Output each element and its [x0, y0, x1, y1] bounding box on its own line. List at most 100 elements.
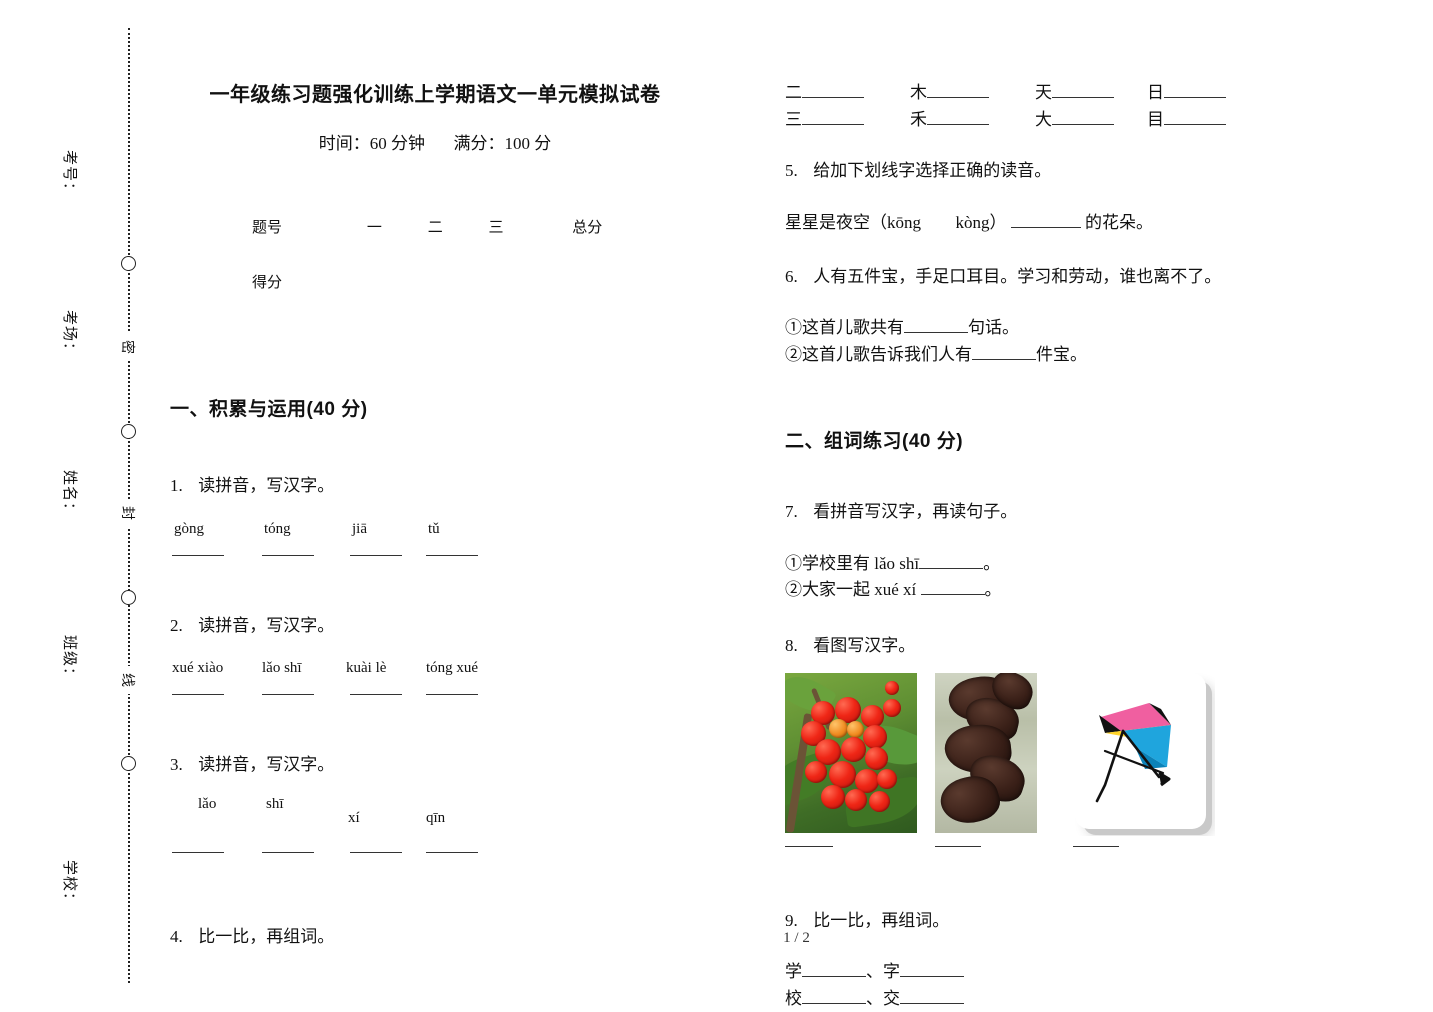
score-table-value-row: 得分 [248, 261, 648, 316]
answer-blank[interactable] [935, 845, 981, 847]
question-9-row-2: 校 、交 [785, 986, 1315, 1012]
berry [841, 736, 866, 762]
answer-blank[interactable] [785, 845, 833, 847]
answer-blank[interactable] [1073, 845, 1119, 847]
pinyin-jia: jiā [352, 520, 367, 537]
answer-blank[interactable] [900, 986, 964, 1004]
question-3-text: 读拼音，写汉字。 [198, 755, 335, 774]
margin-label-school: 学校： [61, 860, 78, 909]
answer-blank[interactable] [802, 109, 864, 125]
seal-circle-4 [121, 756, 136, 771]
sealing-margin: 考号： 考场： 姓名： 班级： 学校： 密 封 线 [0, 0, 160, 1011]
question-3-answer-lines [170, 844, 700, 866]
pinyin-laoshi: lǎo shī [262, 660, 302, 676]
answer-blank[interactable] [904, 316, 968, 334]
answer-blank[interactable] [1010, 210, 1081, 228]
page-indicator: 1 / 2 [783, 930, 810, 946]
answer-blank[interactable] [1164, 82, 1226, 98]
berry [829, 718, 848, 738]
question-3-number: 3. [170, 755, 183, 774]
question-1-pinyin-row: gòng tóng jiā tǔ [170, 521, 700, 547]
answer-blank[interactable] [802, 960, 866, 978]
question-1-number: 1. [170, 476, 183, 495]
q6-sub2-text-b: 件宝。 [1036, 344, 1087, 364]
answer-blank[interactable] [426, 851, 478, 853]
question-5-sentence: 星星是夜空（kōng kòng） 的花朵。 [785, 210, 1315, 236]
seal-char-xian: 线 [118, 666, 138, 694]
answer-blank[interactable] [350, 851, 402, 853]
berry [883, 698, 901, 717]
question-5-text: 给加下划线字选择正确的读音。 [813, 161, 1052, 180]
pinyin-tong: tóng [264, 520, 291, 537]
answer-blank[interactable] [802, 986, 866, 1004]
score-col-total: 总分 [572, 219, 603, 236]
exam-meta: 时间：60 分钟 满分：100 分 [170, 129, 700, 154]
question-8: 8. 看图写汉字。 [785, 633, 1315, 659]
question-4-pairs-row-1: 二 木 天 日 [785, 78, 1315, 105]
question-7-sub-1: ①学校里有 lǎo shī 。 [785, 551, 1315, 577]
q9-char-xue: 学 [785, 962, 802, 982]
section-heading-2: 二、组词练习(40 分) [785, 431, 964, 453]
pinyin-kuaile: kuài lè [346, 660, 387, 676]
answer-blank[interactable] [262, 694, 314, 695]
answer-blank[interactable] [350, 554, 402, 556]
answer-blank[interactable] [426, 554, 478, 556]
answer-blank[interactable] [927, 82, 989, 98]
score-cell-total[interactable] [526, 261, 648, 316]
question-6-number: 6. [785, 266, 798, 286]
exam-time: 时间：60 分钟 [318, 134, 425, 153]
left-column: 一年级练习题强化训练上学期语文一单元模拟试卷 时间：60 分钟 满分：100 分… [170, 0, 700, 949]
score-table-label-questions: 题号 [252, 219, 283, 236]
answer-blank[interactable] [262, 554, 314, 556]
seal-circle-1 [121, 256, 136, 271]
pinyin-qin: qīn [426, 809, 446, 826]
answer-blank[interactable] [1052, 82, 1114, 98]
score-cell-1[interactable] [344, 261, 405, 316]
score-cell-2[interactable] [405, 261, 466, 316]
berry [845, 788, 867, 811]
question-1-answer-lines [170, 547, 700, 569]
seal-circle-3 [121, 590, 136, 605]
pinyin-shi: shī [266, 795, 284, 812]
answer-blank[interactable] [1164, 109, 1226, 125]
q9-separator-1: 、 [866, 962, 883, 982]
right-column: 二 木 天 日 三 禾 大 目 5. 给加下划线字选择正确的读音。 星星是夜空（… [785, 0, 1315, 1012]
answer-blank[interactable] [172, 851, 224, 853]
answer-blank[interactable] [802, 82, 864, 98]
pinyin-xuexiao: xué xiào [172, 660, 224, 676]
question-4-pairs-row-2: 三 禾 大 目 [785, 105, 1315, 132]
pinyin-lao: lǎo [198, 795, 217, 812]
page-title: 一年级练习题强化训练上学期语文一单元模拟试卷 [209, 84, 661, 106]
q5-sentence-part-b: kòng） [955, 212, 1007, 232]
score-cell-3[interactable] [466, 261, 527, 316]
q7-sub2-text-b: 。 [984, 579, 1002, 599]
answer-blank[interactable] [262, 851, 314, 853]
berry [885, 680, 899, 695]
q5-sentence-part-c: 的花朵。 [1085, 212, 1153, 232]
question-6-sub-1: ①这首儿歌共有 句话。 [785, 315, 1315, 341]
question-8-answer-lines [785, 845, 1315, 870]
answer-blank[interactable] [927, 109, 989, 125]
pinyin-xi: xí [348, 809, 360, 826]
question-2-answer-lines [170, 686, 700, 708]
answer-blank[interactable] [1052, 109, 1114, 125]
q7-sub1-text-a: ①学校里有 lǎo shī [785, 553, 920, 573]
answer-blank[interactable] [426, 694, 478, 695]
answer-blank[interactable] [350, 694, 402, 695]
answer-blank[interactable] [920, 578, 985, 595]
answer-blank[interactable] [919, 551, 984, 569]
q7-sub1-text-b: 。 [983, 553, 1001, 573]
answer-blank[interactable] [172, 694, 224, 695]
score-table: 题号 一 二 三 总分 得分 [248, 206, 648, 316]
q4-char-ri: 日 [1147, 78, 1226, 103]
answer-blank[interactable] [900, 960, 964, 978]
question-2-pinyin-row: xué xiào lǎo shī kuài lè tóng xué [170, 660, 700, 686]
q6-sub2-text-a: ②这首儿歌告诉我们人有 [785, 344, 972, 364]
question-7-sub-2: ②大家一起 xué xí 。 [785, 577, 1315, 603]
margin-label-exam-number: 考号： [61, 150, 78, 199]
answer-blank[interactable] [972, 343, 1036, 360]
answer-blank[interactable] [172, 554, 224, 556]
score-col-1: 一 [366, 219, 382, 236]
question-3-pinyin-row: lǎo shī xí qīn [170, 796, 700, 838]
question-2-number: 2. [170, 615, 183, 635]
